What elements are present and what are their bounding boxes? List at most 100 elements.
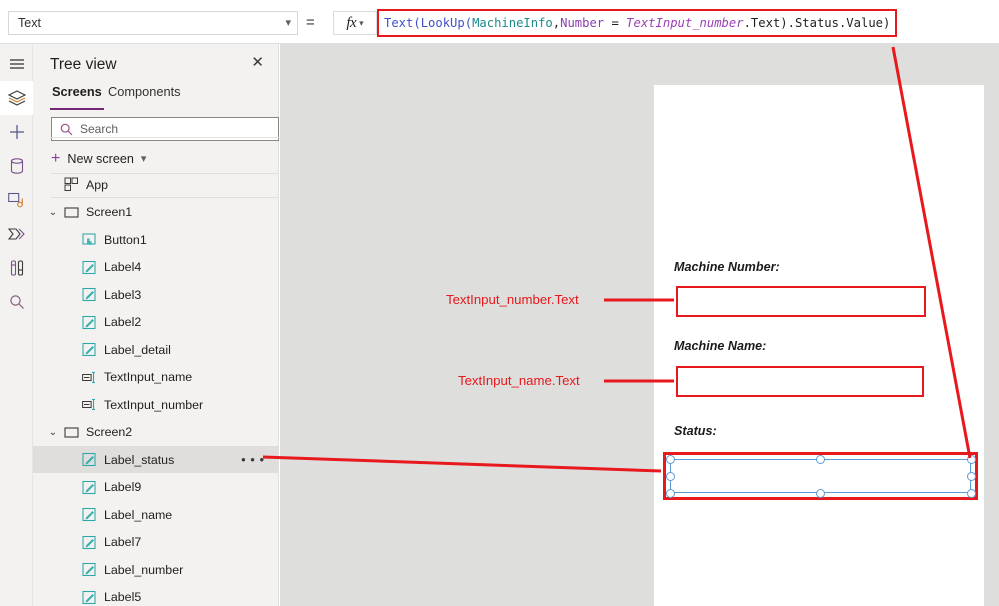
fx-button[interactable]: fx ▾: [333, 11, 377, 35]
label-icon-wrap: [79, 480, 99, 495]
textinput-icon-wrap: [79, 370, 99, 385]
machine-name-input[interactable]: [676, 366, 924, 397]
annotation-label: TextInput_name.Text: [458, 373, 580, 388]
canvas-label-machinenumber: Machine Number:: [674, 260, 780, 274]
tree-node-label: Label_number: [104, 562, 184, 577]
chevron-down-icon[interactable]: ▾: [141, 153, 147, 165]
tree-node-label: TextInput_name: [104, 370, 193, 384]
resize-handle-se[interactable]: [966, 488, 976, 498]
label-icon-wrap: [79, 342, 99, 357]
label-icon-wrap: [79, 315, 99, 330]
tree-node-label: Screen2: [86, 425, 133, 439]
data-icon[interactable]: [0, 149, 33, 183]
power-automate-icon[interactable]: [0, 217, 33, 251]
label-icon: [81, 535, 96, 549]
tree-node-label: Button1: [104, 232, 147, 247]
property-dropdown[interactable]: Text ▾: [8, 11, 298, 35]
label-icon: [81, 507, 96, 522]
tree-node-label2[interactable]: Label2: [33, 309, 279, 336]
search-icon[interactable]: [0, 285, 33, 319]
formula-input[interactable]: Text(LookUp(MachineInfo,Number = TextInp…: [384, 17, 890, 29]
tree-view-panel: Tree view ✕ Screens Components Search + …: [33, 44, 279, 606]
search-input-placeholder: Search: [80, 122, 119, 136]
tree-node-label: Label7: [104, 535, 142, 549]
textinput-icon: [81, 398, 95, 411]
tree-node-label9[interactable]: Label9: [33, 474, 279, 501]
label-icon: [81, 342, 96, 357]
label-icon: [81, 287, 96, 302]
resize-handle-w[interactable]: [665, 471, 675, 481]
canvas-label-machinename: Machine Name:: [674, 339, 767, 353]
media-icon[interactable]: [0, 183, 33, 217]
textinput-icon-wrap: [79, 397, 99, 412]
label-icon: [81, 480, 96, 494]
tree-node-app[interactable]: App: [33, 171, 279, 198]
label-icon: [81, 562, 96, 577]
close-icon[interactable]: ✕: [251, 55, 264, 70]
label-status-control[interactable]: [670, 459, 971, 493]
more-options-icon[interactable]: • • •: [241, 453, 265, 466]
tree-node-textinput_name[interactable]: TextInput_name: [33, 364, 279, 391]
formula-token-column: Number: [560, 15, 605, 30]
tree-node-label_detail[interactable]: Label_detail: [33, 336, 279, 363]
tree-node-label: Label_name: [104, 507, 173, 522]
tree-node-label: TextInput_number: [104, 397, 204, 412]
tree-node-screen2[interactable]: ⌄ Screen2: [33, 419, 279, 446]
fx-icon: fx: [346, 14, 357, 31]
tree-node-label: Label_status: [104, 452, 175, 467]
tree-node-label: Label2: [104, 315, 142, 329]
machine-number-input[interactable]: [676, 286, 926, 317]
formula-input-highlight[interactable]: Text(LookUp(MachineInfo,Number = TextInp…: [377, 9, 897, 37]
tree-node-label_status[interactable]: Label_status • • •: [33, 446, 279, 473]
tree-node-label_name[interactable]: Label_name: [33, 501, 279, 528]
tab-components[interactable]: Components: [106, 84, 183, 110]
tree-node-label: Label4: [104, 260, 142, 274]
hamburger-menu-icon[interactable]: [0, 47, 33, 81]
new-screen-button[interactable]: + New screen ▾: [51, 147, 279, 171]
tree-node-textinput_number[interactable]: TextInput_number: [33, 391, 279, 418]
formula-token-fn: Text(: [384, 15, 421, 30]
label-icon: [81, 260, 96, 274]
tree-view-icon[interactable]: [0, 81, 33, 115]
tree-node-screen1[interactable]: ⌄ Screen1: [33, 199, 279, 226]
label-icon-wrap: [79, 287, 99, 302]
tree-node-label7[interactable]: Label7: [33, 529, 279, 556]
app-icon-wrap: [61, 177, 81, 192]
label-icon-wrap: [79, 260, 99, 275]
resize-handle-e[interactable]: [966, 471, 976, 481]
tree-node-label: Label_detail: [104, 342, 171, 357]
tree-node-label: Label3: [104, 287, 142, 302]
resize-handle-n[interactable]: [816, 454, 825, 464]
tree-node-label3[interactable]: Label3: [33, 281, 279, 308]
tree-node-label: App: [86, 177, 109, 192]
button-icon: [81, 233, 96, 245]
chevron-down-icon[interactable]: ⌄: [45, 427, 61, 438]
label-icon: [81, 315, 96, 329]
left-icon-rail: [0, 44, 33, 606]
formula-bar: Text ▾ = fx ▾ Text(LookUp(MachineInfo,Nu…: [0, 0, 999, 44]
power-apps-studio: Text ▾ = fx ▾ Text(LookUp(MachineInfo,Nu…: [0, 0, 999, 606]
textinput-icon: [81, 371, 95, 383]
resize-handle-s[interactable]: [816, 488, 825, 498]
search-icon: [60, 123, 73, 135]
resize-handle-ne[interactable]: [966, 454, 976, 464]
tree-node-label_number[interactable]: Label_number: [33, 556, 279, 583]
tab-screens[interactable]: Screens: [50, 84, 104, 110]
app-icon: [64, 177, 78, 191]
divider: [51, 137, 279, 138]
resize-handle-nw[interactable]: [665, 454, 675, 464]
screen-icon: [63, 426, 79, 438]
variables-icon[interactable]: [0, 251, 33, 285]
tree-node-label: Label5: [104, 590, 142, 604]
tree-view-title: Tree view: [50, 56, 117, 73]
tree-node-label5[interactable]: Label5: [33, 584, 279, 606]
button-icon-wrap: [79, 232, 99, 247]
formula-token-fn: LookUp(: [420, 15, 473, 30]
tree-node-button1[interactable]: Button1: [33, 226, 279, 253]
new-screen-label: New screen: [67, 152, 134, 166]
insert-plus-icon[interactable]: [0, 115, 33, 149]
resize-handle-sw[interactable]: [665, 488, 675, 498]
chevron-down-icon[interactable]: ⌄: [45, 207, 61, 218]
tree-node-label4[interactable]: Label4: [33, 254, 279, 281]
screen-icon-wrap: [61, 425, 81, 440]
